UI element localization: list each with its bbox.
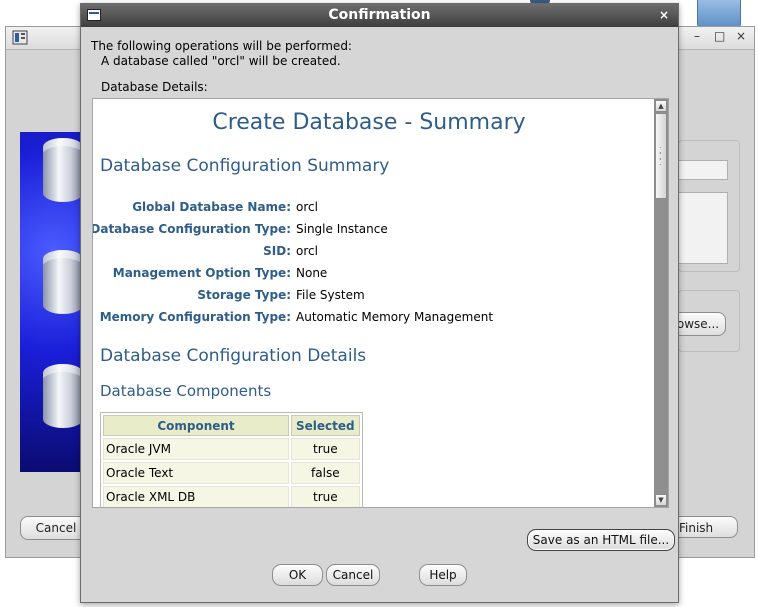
summary-scroll-pane[interactable]: Create Database - Summary Database Confi…: [92, 98, 669, 508]
database-cylinder-icon: [43, 250, 82, 314]
maximize-icon[interactable]: □: [714, 29, 725, 43]
table-header-row: Component Selected: [103, 415, 360, 436]
field-label: Database Configuration Type:: [92, 222, 291, 236]
table-row: Oracle Text false: [103, 462, 360, 484]
summary-title: Create Database - Summary: [212, 110, 526, 135]
field-label: Global Database Name:: [132, 200, 291, 214]
minimize-icon[interactable]: –: [694, 29, 700, 43]
field-row: Global Database Name: orcl: [93, 200, 653, 218]
field-value: None: [296, 266, 328, 280]
database-cylinder-icon: [43, 138, 82, 202]
database-banner-image: [20, 132, 82, 472]
close-icon[interactable]: ×: [736, 29, 746, 43]
field-value: File System: [296, 288, 365, 302]
grip-icon: ⁚ ⁚ ⁚: [659, 146, 662, 167]
component-cell: Oracle JVM: [103, 438, 289, 460]
confirmation-dialog: Confirmation × The following operations …: [80, 3, 679, 603]
config-summary-heading: Database Configuration Summary: [100, 156, 390, 176]
background-list-field[interactable]: [678, 192, 728, 264]
desktop-folder-icon[interactable]: [697, 0, 741, 28]
field-label: SID:: [263, 244, 291, 258]
app-icon: [12, 30, 28, 45]
selected-cell: true: [291, 438, 360, 460]
field-row: Memory Configuration Type: Automatic Mem…: [93, 310, 653, 328]
component-cell: Oracle Text: [103, 462, 289, 484]
intro-text: The following operations will be perform…: [91, 39, 352, 69]
field-row: Management Option Type: None: [93, 266, 653, 284]
background-text-field[interactable]: [678, 160, 728, 180]
column-header: Selected: [291, 415, 360, 436]
field-value: orcl: [296, 244, 318, 258]
selected-cell: true: [291, 486, 360, 507]
help-button[interactable]: Help: [419, 564, 467, 586]
intro-line: A database called "orcl" will be created…: [101, 54, 341, 68]
field-label: Management Option Type:: [112, 266, 291, 280]
scroll-up-arrow-icon[interactable]: ▲: [655, 100, 667, 112]
database-cylinder-icon: [43, 364, 82, 428]
selected-cell: false: [291, 462, 360, 484]
field-label: Storage Type:: [197, 288, 291, 302]
column-header: Component: [103, 415, 289, 436]
dialog-title: Confirmation: [328, 7, 431, 23]
save-as-html-button[interactable]: Save as an HTML file...: [527, 529, 675, 551]
components-heading: Database Components: [100, 382, 272, 400]
field-value: Automatic Memory Management: [296, 310, 494, 324]
field-row: Storage Type: File System: [93, 288, 653, 306]
ok-button[interactable]: OK: [272, 564, 323, 586]
scrollbar-thumb[interactable]: ⁚ ⁚ ⁚: [655, 113, 667, 199]
close-icon[interactable]: ×: [659, 8, 669, 22]
field-label: Memory Configuration Type:: [99, 310, 291, 324]
table-row: Oracle JVM true: [103, 438, 360, 460]
components-table: Component Selected Oracle JVM true Oracl…: [100, 412, 363, 507]
config-details-heading: Database Configuration Details: [100, 346, 367, 366]
cancel-button[interactable]: Cancel: [326, 564, 380, 586]
vertical-scrollbar[interactable]: ▲ ⁚ ⁚ ⁚ ▼: [654, 99, 668, 507]
table-row: Oracle XML DB true: [103, 486, 360, 507]
field-row: SID: orcl: [93, 244, 653, 262]
details-label: Database Details:: [101, 80, 208, 94]
scroll-down-arrow-icon[interactable]: ▼: [655, 494, 667, 506]
field-value: Single Instance: [296, 222, 388, 236]
intro-line: The following operations will be perform…: [91, 39, 352, 53]
dialog-titlebar: Confirmation ×: [81, 4, 678, 27]
field-row: Database Configuration Type: Single Inst…: [93, 222, 653, 240]
field-value: orcl: [296, 200, 318, 214]
component-cell: Oracle XML DB: [103, 486, 289, 507]
